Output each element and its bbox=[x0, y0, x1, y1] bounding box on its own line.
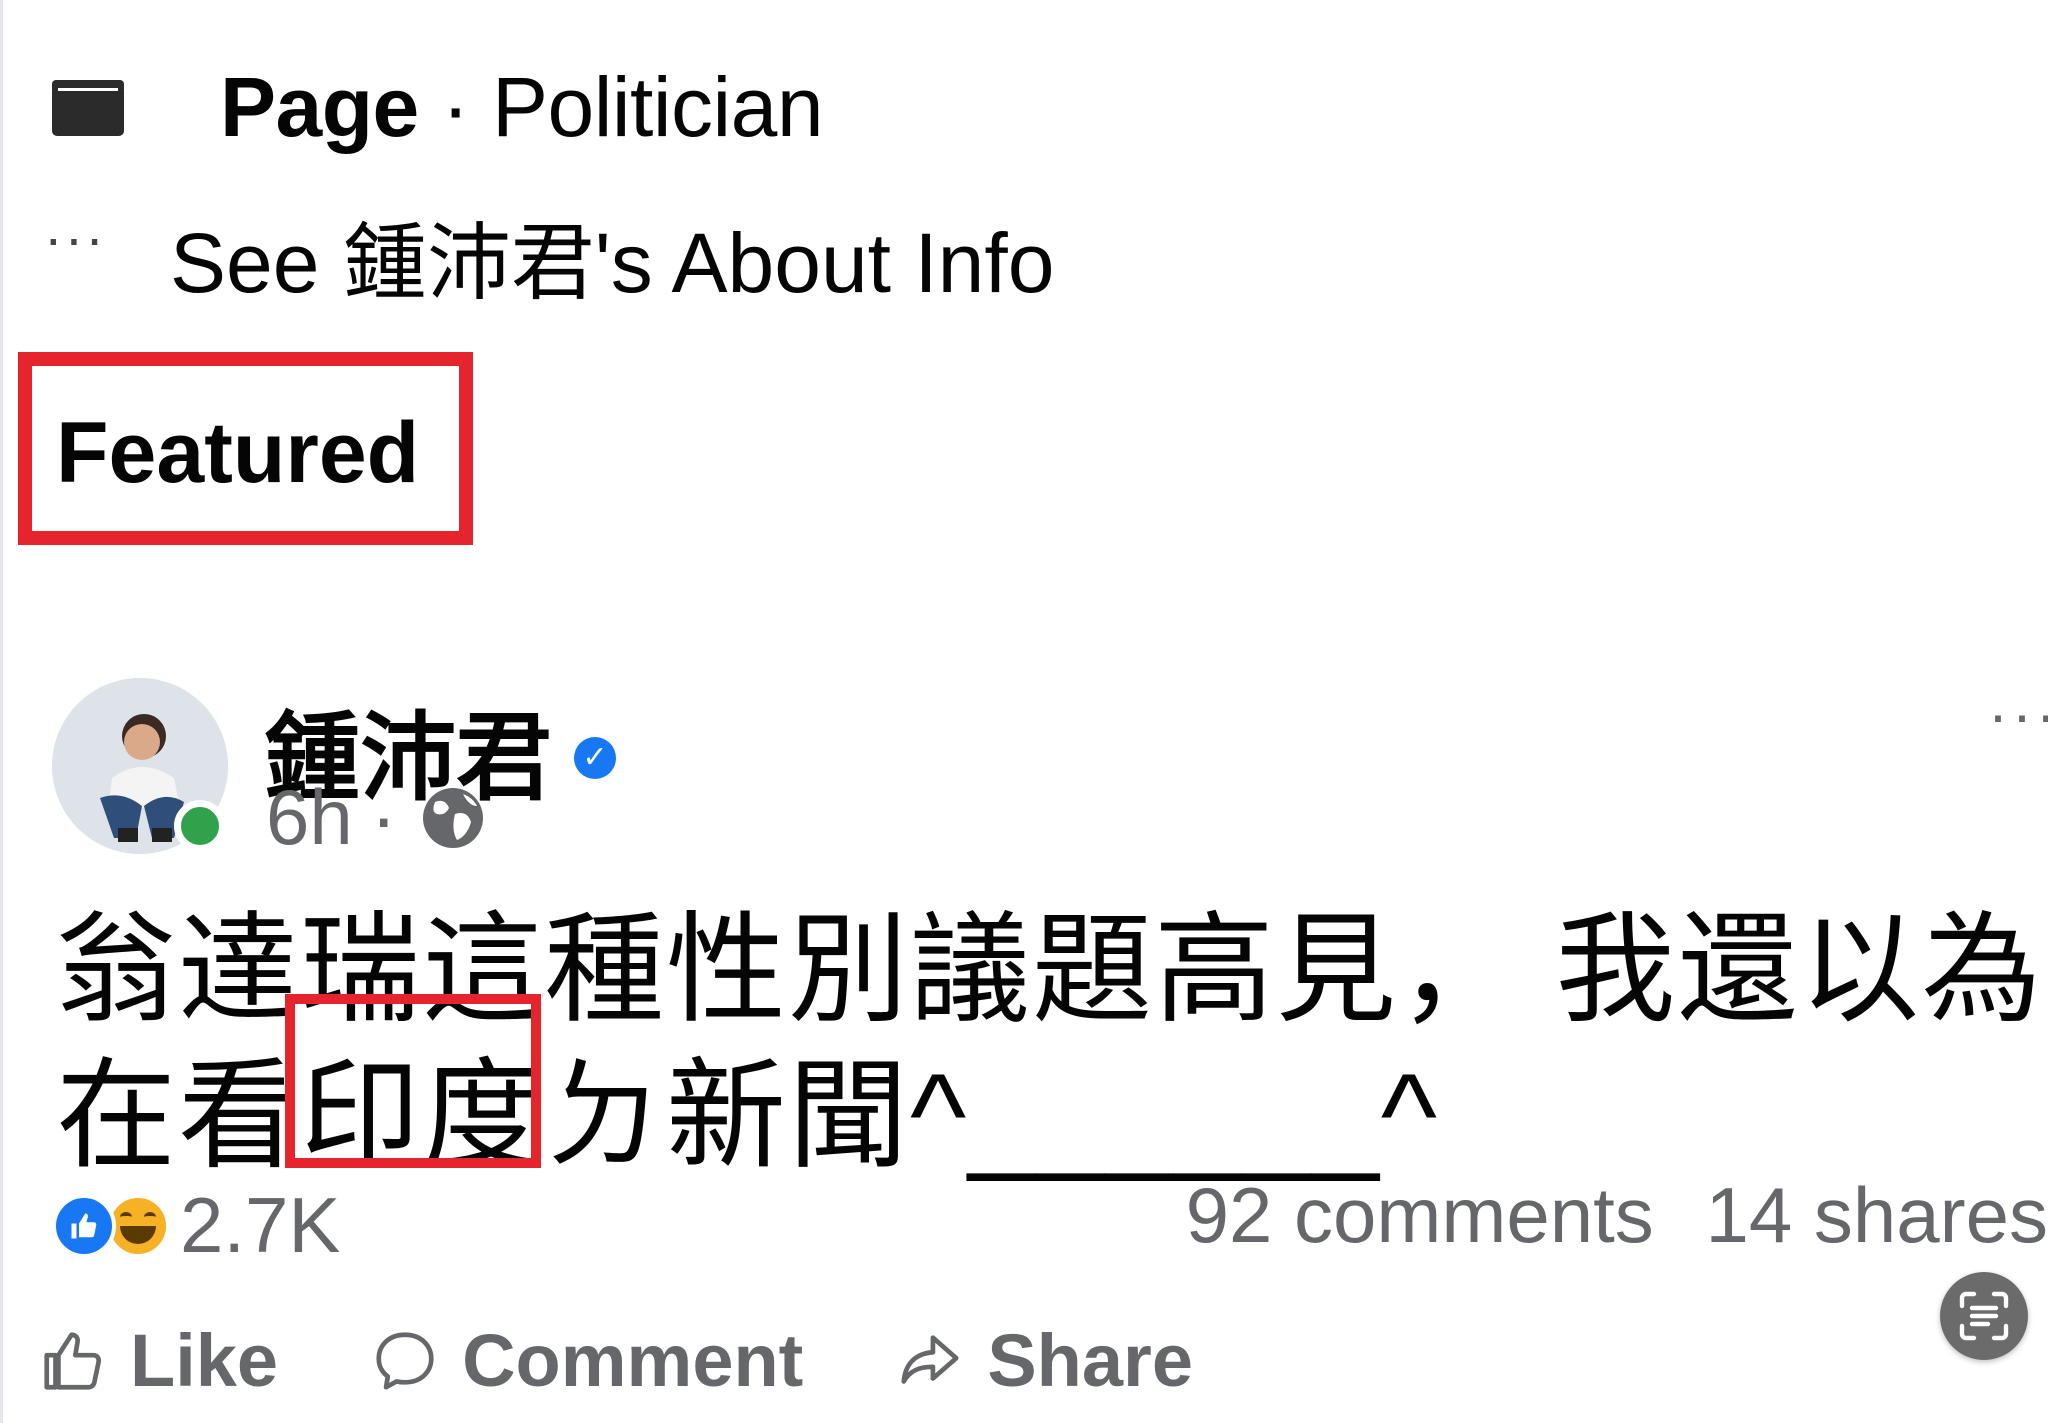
shares-count[interactable]: 14 shares bbox=[1705, 1171, 2048, 1259]
online-status-dot bbox=[174, 800, 226, 852]
meta-separator: · bbox=[370, 773, 397, 861]
like-reaction-icon bbox=[52, 1193, 116, 1258]
featured-title: Featured bbox=[56, 405, 420, 501]
reactions-summary[interactable]: 2.7K bbox=[52, 1180, 340, 1271]
ellipsis-icon: ··· bbox=[44, 206, 106, 269]
reactions-count: 2.7K bbox=[180, 1181, 341, 1269]
page-label: Page bbox=[220, 59, 419, 154]
verified-badge-icon: ✓ bbox=[574, 736, 616, 779]
page-category-row: Page · Politician bbox=[52, 52, 824, 162]
post-stats: 92 comments 14 shares bbox=[1186, 1170, 2048, 1261]
scan-text-button[interactable] bbox=[1940, 1272, 2028, 1360]
text-highlight-box bbox=[285, 994, 541, 1168]
scan-text-icon bbox=[1959, 1291, 2009, 1341]
folder-icon bbox=[52, 78, 124, 136]
about-info-label: See 鍾沛君's About Info bbox=[169, 215, 1055, 310]
share-label: Share bbox=[987, 1319, 1193, 1402]
comment-label: Comment bbox=[462, 1319, 804, 1402]
globe-icon[interactable] bbox=[419, 784, 487, 852]
post-time[interactable]: 6h bbox=[266, 772, 353, 863]
post-text-before: 在看 bbox=[56, 1049, 300, 1183]
comment-button[interactable]: Comment bbox=[370, 1318, 803, 1403]
thumbs-up-icon bbox=[44, 1331, 102, 1390]
post-meta: 6h · bbox=[266, 772, 487, 863]
category-label: Politician bbox=[491, 59, 824, 154]
share-arrow-icon bbox=[901, 1334, 959, 1384]
comments-count[interactable]: 92 comments bbox=[1186, 1171, 1654, 1259]
comment-bubble-icon bbox=[376, 1331, 434, 1390]
separator: · bbox=[441, 59, 470, 154]
post-text-line-2: 在看印度ㄉ新聞^______^ bbox=[56, 1018, 1439, 1192]
about-info-link[interactable]: ··· See 鍾沛君's About Info bbox=[44, 196, 1054, 316]
post-text-after: ㄉ新聞^______^ bbox=[544, 1049, 1440, 1183]
post-actions-bar: Like Comment Share bbox=[38, 1318, 1285, 1403]
like-label: Like bbox=[130, 1319, 279, 1402]
share-button[interactable]: Share bbox=[895, 1318, 1193, 1403]
left-border bbox=[0, 0, 3, 1423]
more-options-icon[interactable]: ··· bbox=[1988, 685, 2048, 745]
like-button[interactable]: Like bbox=[38, 1318, 278, 1403]
page-category-text: Page · Politician bbox=[220, 59, 824, 156]
